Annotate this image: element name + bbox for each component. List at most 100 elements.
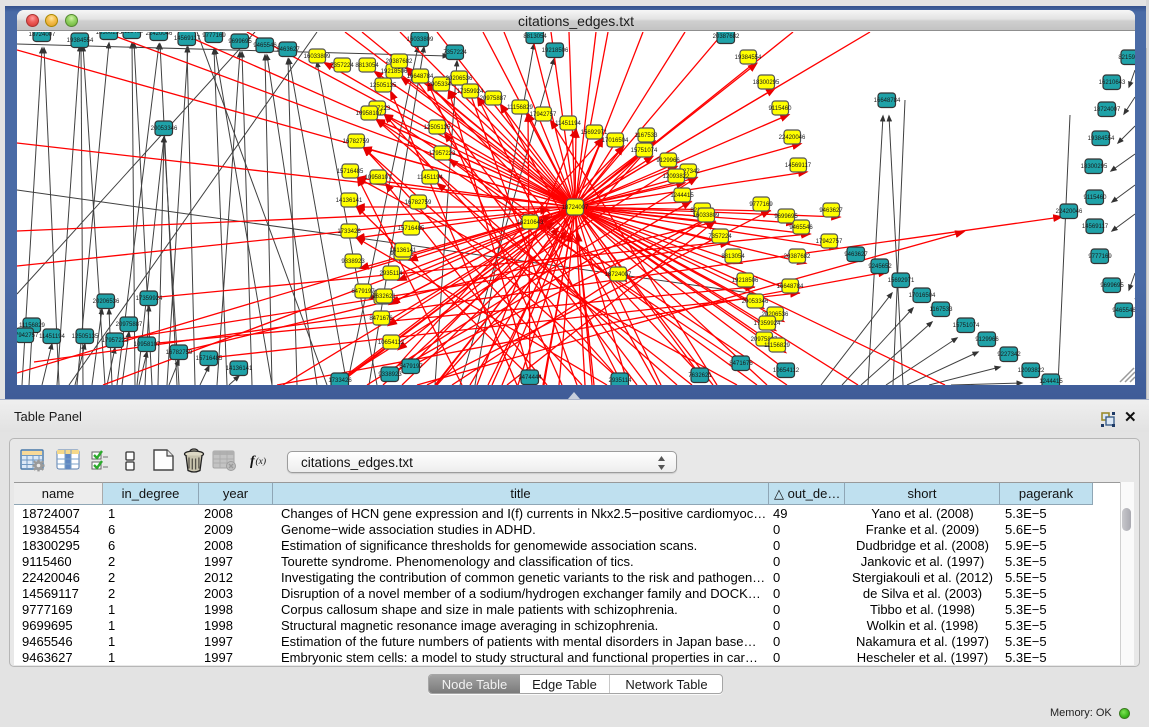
svg-text:20387682: 20387682	[784, 254, 811, 260]
svg-text:9338923: 9338923	[378, 372, 402, 378]
svg-text:17957223: 17957223	[102, 338, 129, 344]
svg-text:9129966: 9129966	[975, 337, 999, 343]
svg-text:9465546: 9465546	[1112, 308, 1135, 314]
svg-text:9463627: 9463627	[276, 47, 300, 53]
svg-text:20206536: 20206536	[446, 76, 473, 82]
svg-text:17359924: 17359924	[754, 321, 781, 327]
svg-text:17359924: 17359924	[457, 89, 484, 95]
svg-text:14136141: 14136141	[390, 248, 417, 254]
svg-text:8471676: 8471676	[729, 361, 753, 367]
svg-text:19218506: 19218506	[732, 278, 759, 284]
svg-text:19384554: 19384554	[67, 38, 94, 44]
svg-text:20387682: 20387682	[386, 59, 413, 65]
svg-text:17016504: 17016504	[602, 138, 629, 144]
svg-text:12505135: 12505135	[370, 83, 397, 89]
svg-text:18724007: 18724007	[29, 32, 56, 38]
svg-text:20206536: 20206536	[93, 299, 120, 305]
svg-text:18724007: 18724007	[1094, 107, 1121, 113]
svg-text:17942757: 17942757	[17, 333, 39, 339]
svg-text:18300295: 18300295	[1081, 164, 1108, 170]
svg-text:9777169: 9777169	[1088, 254, 1112, 260]
svg-text:20053346: 20053346	[151, 126, 178, 132]
svg-text:11451194: 11451194	[417, 175, 443, 181]
svg-text:16210643: 16210643	[517, 220, 544, 226]
svg-text:7632621: 7632621	[372, 294, 396, 300]
svg-text:9338923: 9338923	[341, 259, 365, 265]
svg-text:15751074: 15751074	[953, 323, 980, 329]
svg-text:12093822: 12093822	[663, 174, 690, 180]
svg-text:9699695: 9699695	[774, 214, 798, 220]
svg-text:9777169: 9777169	[749, 202, 773, 208]
svg-text:10958107: 10958107	[356, 111, 383, 117]
svg-text:9465546: 9465546	[253, 43, 277, 49]
svg-text:17016504: 17016504	[909, 293, 936, 299]
svg-text:20053346: 20053346	[742, 299, 769, 305]
svg-text:15716485: 15716485	[398, 226, 425, 232]
svg-text:1733426: 1733426	[337, 229, 361, 235]
svg-text:9465546: 9465546	[789, 225, 813, 231]
svg-text:6479197: 6479197	[399, 364, 423, 370]
svg-text:16648784: 16648784	[874, 98, 901, 104]
svg-text:20975887: 20975887	[116, 322, 143, 328]
svg-text:19384554: 19384554	[735, 55, 762, 61]
svg-text:16210643: 16210643	[1099, 80, 1126, 86]
svg-text:11156829: 11156829	[764, 343, 790, 349]
svg-text:9463627: 9463627	[819, 208, 843, 214]
svg-text:17942757: 17942757	[530, 112, 557, 118]
svg-text:10958107: 10958107	[365, 175, 392, 181]
svg-text:15751074: 15751074	[631, 148, 658, 154]
svg-text:16033809: 16033809	[407, 37, 434, 43]
svg-text:22420046: 22420046	[779, 135, 806, 141]
svg-text:18300295: 18300295	[753, 80, 780, 86]
svg-text:9129966: 9129966	[656, 158, 680, 164]
svg-text:7357224: 7357224	[443, 50, 467, 56]
svg-text:9777169: 9777169	[202, 33, 226, 39]
svg-text:17957223: 17957223	[429, 151, 456, 157]
svg-text:9699695: 9699695	[1100, 283, 1124, 289]
svg-text:9115460: 9115460	[769, 106, 793, 112]
svg-text:1244415: 1244415	[1039, 379, 1063, 385]
svg-text:20387682: 20387682	[713, 34, 740, 40]
svg-text:17942757: 17942757	[816, 239, 843, 245]
svg-text:19218506: 19218506	[381, 69, 408, 75]
svg-text:10958107: 10958107	[134, 342, 161, 348]
svg-text:12093822: 12093822	[1018, 368, 1045, 374]
svg-text:14136141: 14136141	[336, 198, 363, 204]
svg-text:18724007: 18724007	[562, 205, 589, 211]
svg-text:15716485: 15716485	[196, 356, 223, 362]
svg-text:9699695: 9699695	[228, 39, 252, 45]
svg-text:1733426: 1733426	[328, 378, 352, 384]
svg-text:11451194: 11451194	[555, 121, 581, 127]
svg-text:12505135: 12505135	[424, 125, 451, 131]
svg-text:18300295: 18300295	[96, 32, 123, 36]
svg-text:15716485: 15716485	[337, 169, 364, 175]
svg-text:8813054: 8813054	[355, 63, 379, 69]
svg-text:8813054: 8813054	[523, 34, 547, 40]
svg-text:19218506: 19218506	[542, 48, 569, 54]
svg-text:17359924: 17359924	[136, 296, 163, 302]
svg-text:(x): (x)	[256, 456, 267, 467]
svg-text:12505135: 12505135	[72, 334, 99, 340]
svg-text:16782759: 16782759	[166, 350, 193, 356]
svg-text:14569117: 14569117	[174, 36, 201, 42]
svg-text:2935114: 2935114	[609, 378, 633, 384]
svg-text:8813054: 8813054	[721, 254, 745, 260]
svg-text:11156829: 11156829	[507, 105, 533, 111]
svg-text:20975887: 20975887	[480, 96, 507, 102]
svg-text:19384554: 19384554	[1088, 136, 1115, 142]
svg-text:15692971: 15692971	[581, 130, 608, 136]
svg-text:22420046: 22420046	[1056, 209, 1083, 215]
svg-text:11451194: 11451194	[39, 334, 65, 340]
svg-text:15692971: 15692971	[888, 278, 915, 284]
svg-text:18724007: 18724007	[605, 272, 632, 278]
svg-text:9463627: 9463627	[844, 252, 868, 258]
svg-text:22420046: 22420046	[146, 32, 173, 37]
svg-text:1167533: 1167533	[930, 307, 954, 313]
svg-text:8471676: 8471676	[369, 316, 393, 322]
svg-text:16033809: 16033809	[693, 213, 720, 219]
svg-text:7357224: 7357224	[330, 63, 354, 69]
svg-text:1167533: 1167533	[635, 133, 659, 139]
svg-text:7632621: 7632621	[688, 373, 712, 379]
svg-text:9474444: 9474444	[518, 375, 542, 381]
svg-text:9115460: 9115460	[1084, 195, 1108, 201]
